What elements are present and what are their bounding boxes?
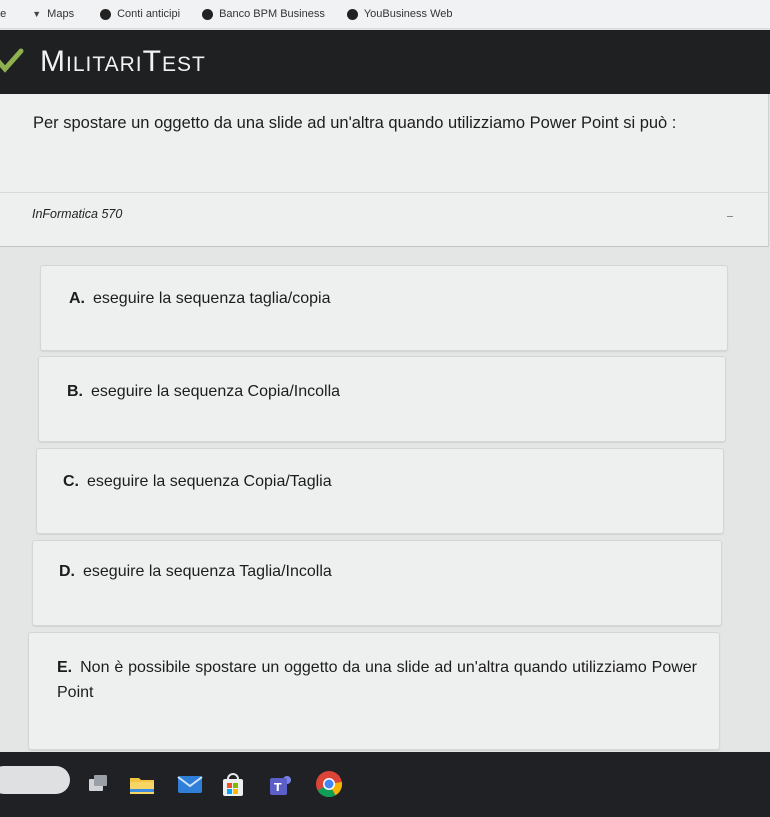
- answer-text: eseguire la sequenza taglia/copia: [93, 290, 331, 307]
- bookmark-dot-icon: [346, 8, 358, 20]
- teams-icon[interactable]: T: [267, 772, 291, 796]
- bookmark-label: YouBusiness Web: [363, 8, 453, 20]
- bookmark-youbusiness[interactable]: YouBusiness Web: [346, 8, 453, 20]
- answer-option-d[interactable]: D. eseguire la sequenza Taglia/Incolla: [32, 540, 722, 626]
- bookmark-partial[interactable]: oe: [0, 8, 16, 20]
- bookmark-maps[interactable]: ▼ Maps: [32, 8, 74, 20]
- divider: [0, 192, 768, 193]
- site-header: MilitariTest: [0, 30, 770, 94]
- bookmark-dot-icon: [100, 8, 112, 20]
- task-view-icon[interactable]: [86, 772, 110, 796]
- bookmark-dot-icon: [202, 8, 214, 20]
- search-box[interactable]: [0, 766, 70, 794]
- answer-letter: C.: [63, 473, 79, 490]
- bookmark-label: Maps: [47, 8, 75, 20]
- mail-icon[interactable]: [177, 772, 203, 796]
- site-title[interactable]: MilitariTest: [40, 45, 206, 79]
- chrome-icon[interactable]: [315, 770, 343, 798]
- map-triangle-icon: ▼: [32, 9, 42, 19]
- answer-letter: E.: [57, 659, 73, 676]
- logo-check-icon[interactable]: [0, 47, 24, 77]
- file-explorer-icon[interactable]: [129, 772, 154, 796]
- collapse-dash-icon[interactable]: [727, 216, 733, 217]
- bookmark-banco-bpm[interactable]: Banco BPM Business: [202, 8, 325, 20]
- answer-option-b[interactable]: B. eseguire la sequenza Copia/Incolla: [38, 356, 726, 442]
- windows-taskbar: T: [0, 752, 770, 817]
- answer-option-e[interactable]: E. Non è possibile spostare un oggetto da…: [28, 632, 720, 750]
- bookmark-label: Conti anticipi: [117, 8, 181, 20]
- svg-text:T: T: [274, 781, 282, 794]
- bookmark-label: Banco BPM Business: [219, 8, 325, 20]
- question-text: Per spostare un oggetto da una slide ad …: [33, 114, 677, 132]
- bookmark-conti-anticipi[interactable]: Conti anticipi: [100, 8, 180, 20]
- answer-text: eseguire la sequenza Taglia/Incolla: [83, 563, 332, 580]
- question-card: Per spostare un oggetto da una slide ad …: [0, 94, 769, 247]
- store-icon[interactable]: [221, 772, 245, 796]
- question-category: InFormatica 570: [32, 207, 123, 221]
- answer-letter: D.: [59, 563, 75, 580]
- answer-letter: B.: [67, 383, 83, 400]
- answer-option-a[interactable]: A. eseguire la sequenza taglia/copia: [40, 265, 728, 351]
- answer-text: eseguire la sequenza Copia/Incolla: [91, 383, 341, 400]
- answer-text: eseguire la sequenza Copia/Taglia: [87, 473, 332, 490]
- answer-letter: A.: [69, 290, 85, 307]
- bookmarks-bar: oe ▼ Maps Conti anticipi Banco BPM Busin…: [0, 0, 770, 29]
- answer-option-c[interactable]: C. eseguire la sequenza Copia/Taglia: [36, 448, 724, 534]
- answer-text: Non è possibile spostare un oggetto da u…: [57, 659, 697, 701]
